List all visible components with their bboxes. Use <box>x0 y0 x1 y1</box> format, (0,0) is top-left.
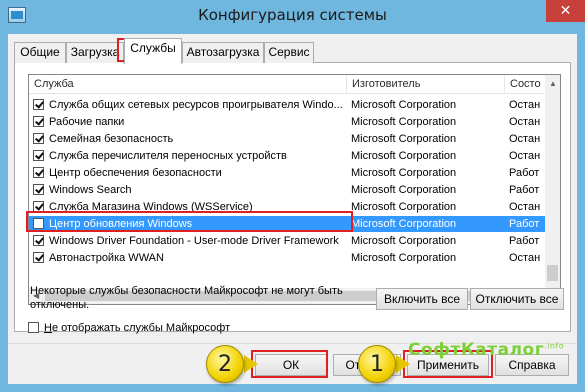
column-service[interactable]: Служба <box>29 75 347 94</box>
table-row[interactable]: Windows Search Microsoft Corporation Раб… <box>29 182 545 198</box>
service-manufacturer: Microsoft Corporation <box>351 235 457 247</box>
service-manufacturer: Microsoft Corporation <box>351 167 457 179</box>
close-button[interactable]: ✕ <box>546 0 585 22</box>
service-name: Windows Driver Foundation - User-mode Dr… <box>49 235 339 247</box>
row-checkbox[interactable] <box>33 99 44 110</box>
hide-ms-label: Не отображать службы Майкрософт <box>44 322 231 334</box>
row-checkbox[interactable] <box>33 235 44 246</box>
row-checkbox[interactable] <box>33 184 44 195</box>
service-manufacturer: Microsoft Corporation <box>351 218 457 230</box>
table-row-selected[interactable]: Центр обновления Windows Microsoft Corpo… <box>29 216 545 232</box>
service-status: Остан <box>509 99 541 111</box>
service-manufacturer: Microsoft Corporation <box>351 201 457 213</box>
service-name: Служба перечислителя переносных устройст… <box>49 150 287 162</box>
security-note: Некоторые службы безопасности Майкрософт… <box>30 285 343 311</box>
service-manufacturer: Microsoft Corporation <box>351 252 457 264</box>
hide-ms-checkbox[interactable] <box>28 322 39 333</box>
table-row[interactable]: Рабочие папки Microsoft Corporation Оста… <box>29 114 545 130</box>
service-status: Остан <box>509 133 541 145</box>
step-badge-1: 1 <box>358 345 396 383</box>
table-row[interactable]: Автонастройка WWAN Microsoft Corporation… <box>29 250 545 266</box>
table-row[interactable]: Служба Магазина Windows (WSService) Micr… <box>29 199 545 215</box>
tab-startup[interactable]: Автозагрузка <box>182 42 264 63</box>
service-name: Центр обновления Windows <box>49 218 193 230</box>
table-row[interactable]: Служба общих сетевых ресурсов проигрыват… <box>29 97 545 113</box>
service-manufacturer: Microsoft Corporation <box>351 116 457 128</box>
service-manufacturer: Microsoft Corporation <box>351 133 457 145</box>
service-status: Остан <box>509 201 541 213</box>
services-list[interactable]: Служба Изготовитель Состо Служба общих с… <box>28 74 561 305</box>
badge-pointer-icon <box>244 355 258 373</box>
tab-services[interactable]: Службы <box>124 38 182 64</box>
client-area: Общие Загрузка Службы Автозагрузка Серви… <box>8 34 577 384</box>
service-status: Работ <box>509 218 540 230</box>
service-name: Служба общих сетевых ресурсов проигрыват… <box>49 99 343 111</box>
service-status: Работ <box>509 167 540 179</box>
tab-general[interactable]: Общие <box>14 42 66 63</box>
vertical-scroll-thumb[interactable] <box>547 265 558 281</box>
row-checkbox[interactable] <box>33 116 44 127</box>
row-checkbox[interactable] <box>33 201 44 212</box>
service-name: Центр обеспечения безопасности <box>49 167 222 179</box>
row-checkbox[interactable] <box>33 167 44 178</box>
table-row[interactable]: Служба перечислителя переносных устройст… <box>29 148 545 164</box>
row-checkbox[interactable] <box>33 218 44 229</box>
list-header: Служба Изготовитель Состо <box>29 75 560 94</box>
service-status: Остан <box>509 252 541 264</box>
enable-all-button[interactable]: Включить все <box>376 288 468 310</box>
column-manufacturer[interactable]: Изготовитель <box>347 75 505 94</box>
service-name: Рабочие папки <box>49 116 125 128</box>
disable-all-button[interactable]: Отключить все <box>470 288 564 310</box>
service-status: Остан <box>509 116 541 128</box>
watermark: СофтКаталог.info <box>408 340 565 360</box>
service-manufacturer: Microsoft Corporation <box>351 184 457 196</box>
tab-boot[interactable]: Загрузка <box>66 42 124 63</box>
service-manufacturer: Microsoft Corporation <box>351 150 457 162</box>
service-status: Остан <box>509 150 541 162</box>
service-name: Семейная безопасность <box>49 133 174 145</box>
row-checkbox[interactable] <box>33 150 44 161</box>
step-badge-2: 2 <box>206 345 244 383</box>
service-name: Служба Магазина Windows (WSService) <box>49 201 253 213</box>
service-status: Работ <box>509 235 540 247</box>
tab-tools[interactable]: Сервис <box>264 42 314 63</box>
table-row[interactable]: Центр обеспечения безопасности Microsoft… <box>29 165 545 181</box>
service-manufacturer: Microsoft Corporation <box>351 99 457 111</box>
row-checkbox[interactable] <box>33 252 44 263</box>
service-name: Windows Search <box>49 184 132 196</box>
service-status: Работ <box>509 184 540 196</box>
title-bar[interactable]: Конфигурация системы ✕ <box>0 0 585 34</box>
ok-button[interactable]: ОК <box>255 354 327 376</box>
vertical-scrollbar[interactable]: ▲ ▼ <box>545 75 560 304</box>
scroll-up-icon[interactable]: ▲ <box>549 79 557 89</box>
table-row[interactable]: Семейная безопасность Microsoft Corporat… <box>29 131 545 147</box>
system-configuration-window: Конфигурация системы ✕ Общие Загрузка Сл… <box>0 0 585 392</box>
service-name: Автонастройка WWAN <box>49 252 164 264</box>
table-row[interactable]: Windows Driver Foundation - User-mode Dr… <box>29 233 545 249</box>
row-checkbox[interactable] <box>33 133 44 144</box>
window-title: Конфигурация системы <box>198 6 387 24</box>
